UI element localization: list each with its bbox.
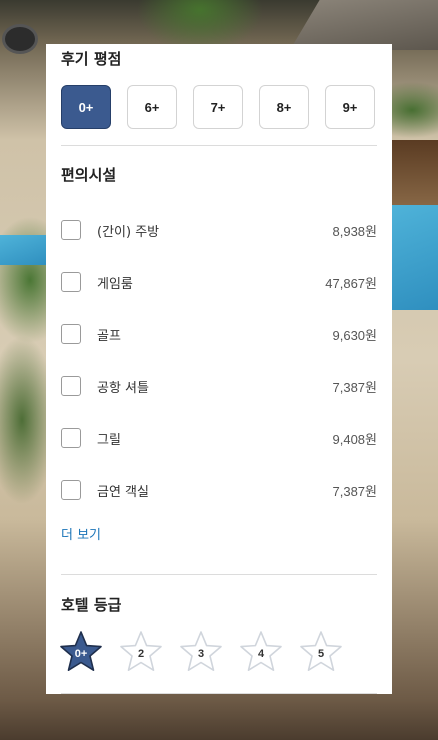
amenity-checkbox[interactable] [61, 480, 81, 500]
amenity-label: 게임룸 [97, 276, 133, 292]
amenity-item-non-smoking[interactable]: 금연 객실 7,387원 [61, 464, 377, 516]
amenity-label: 공항 셔틀 [97, 380, 149, 396]
amenity-item-golf[interactable]: 골프 9,630원 [61, 308, 377, 360]
amenity-price: 7,387원 [332, 379, 378, 395]
review-rating-title: 후기 평점 [61, 50, 122, 68]
amenity-price: 9,630원 [332, 327, 378, 343]
background-lamp [2, 24, 38, 54]
amenity-checkbox[interactable] [61, 376, 81, 396]
grade-option-2[interactable]: 2 [119, 630, 163, 674]
amenity-label: 그릴 [97, 432, 121, 448]
amenities-title: 편의시설 [61, 166, 117, 184]
amenity-checkbox[interactable] [61, 428, 81, 448]
rating-option-9[interactable]: 9+ [325, 85, 375, 129]
hotel-grade-options: 0+ 2 3 4 5 [59, 630, 343, 674]
amenity-checkbox[interactable] [61, 220, 81, 240]
amenity-price: 7,387원 [332, 483, 378, 499]
rating-option-7[interactable]: 7+ [193, 85, 243, 129]
amenity-price: 9,408원 [332, 431, 378, 447]
divider [61, 145, 377, 146]
hotel-grade-title: 호텔 등급 [61, 596, 122, 614]
divider [61, 574, 377, 575]
grade-label: 0+ [74, 648, 88, 660]
rating-option-6[interactable]: 6+ [127, 85, 177, 129]
grade-label: 3 [197, 648, 205, 660]
filter-panel: 후기 평점 0+ 6+ 7+ 8+ 9+ 편의시설 (간이) 주방 8,938원… [46, 44, 392, 694]
review-rating-options: 0+ 6+ 7+ 8+ 9+ [61, 85, 375, 129]
grade-option-0[interactable]: 0+ [59, 630, 103, 674]
show-more-link[interactable]: 더 보기 [61, 524, 101, 543]
amenity-item-game-room[interactable]: 게임룸 47,867원 [61, 256, 377, 308]
amenity-label: 골프 [97, 328, 121, 344]
amenity-price: 47,867원 [325, 275, 377, 291]
background-pool-left [0, 235, 46, 265]
background-deck [390, 140, 438, 210]
rating-option-0[interactable]: 0+ [61, 85, 111, 129]
grade-option-3[interactable]: 3 [179, 630, 223, 674]
amenity-checkbox[interactable] [61, 272, 81, 292]
grade-label: 4 [257, 648, 265, 660]
amenity-price: 8,938원 [332, 223, 378, 239]
amenity-checkbox[interactable] [61, 324, 81, 344]
background-pool [390, 205, 438, 310]
amenity-label: 금연 객실 [97, 484, 149, 500]
amenity-item-grill[interactable]: 그릴 9,408원 [61, 412, 377, 464]
grade-label: 5 [317, 648, 325, 660]
amenity-item-kitchen[interactable]: (간이) 주방 8,938원 [61, 204, 377, 256]
amenity-label: (간이) 주방 [97, 224, 160, 240]
grade-option-5[interactable]: 5 [299, 630, 343, 674]
rating-option-8[interactable]: 8+ [259, 85, 309, 129]
amenity-list: (간이) 주방 8,938원 게임룸 47,867원 골프 9,630원 공항 … [61, 216, 377, 516]
grade-option-4[interactable]: 4 [239, 630, 283, 674]
divider [61, 693, 377, 694]
amenity-item-airport-shuttle[interactable]: 공항 셔틀 7,387원 [61, 360, 377, 412]
grade-label: 2 [137, 648, 145, 660]
